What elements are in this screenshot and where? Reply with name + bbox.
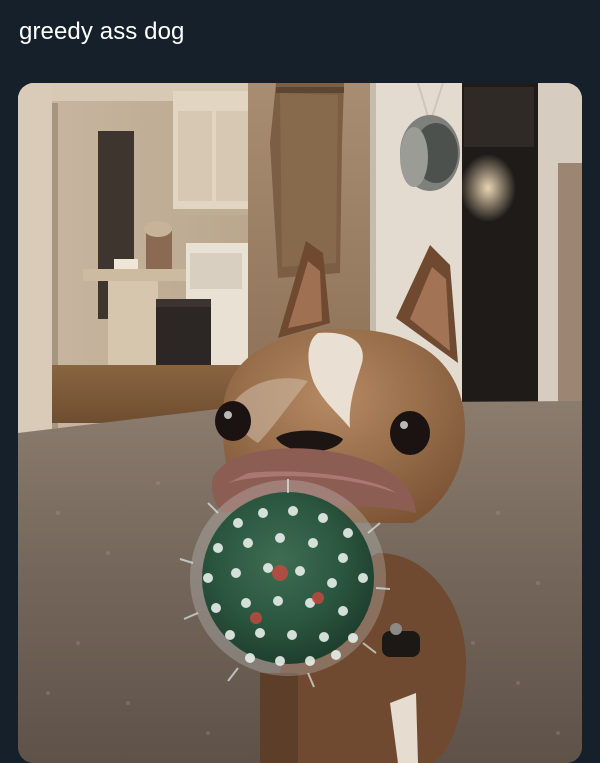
tweet-text: greedy ass dog	[19, 18, 185, 45]
dog-photo-illustration	[18, 83, 582, 763]
tweet-photo[interactable]	[18, 83, 582, 763]
